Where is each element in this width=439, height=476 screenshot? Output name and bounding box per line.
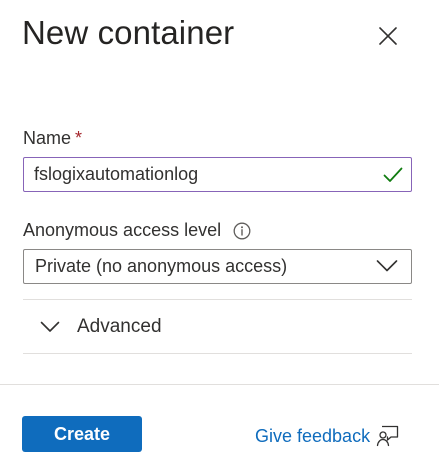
create-button[interactable]: Create (22, 416, 142, 452)
give-feedback-label: Give feedback (255, 425, 371, 446)
panel-title: New container (22, 14, 235, 51)
info-icon[interactable] (233, 222, 251, 240)
access-level-selected: Private (no anonymous access) (35, 256, 288, 276)
new-container-panel: New container Name* Anonymous access lev… (0, 0, 439, 476)
close-button[interactable] (374, 22, 402, 50)
name-label: Name * (23, 128, 82, 149)
footer-divider (0, 384, 439, 385)
chevron-down-icon (376, 260, 398, 272)
give-feedback-link[interactable]: Give feedback (255, 424, 400, 448)
name-input[interactable] (34, 158, 364, 191)
advanced-section-toggle[interactable]: Advanced (23, 300, 412, 353)
feedback-person-icon (376, 425, 399, 447)
divider (23, 353, 412, 354)
required-marker: * (75, 128, 83, 148)
access-level-dropdown[interactable]: Private (no anonymous access) (23, 249, 412, 284)
close-icon (379, 27, 397, 45)
chevron-down-icon (40, 321, 60, 332)
advanced-label: Advanced (77, 316, 162, 337)
checkmark-icon (383, 167, 403, 182)
name-field[interactable] (23, 157, 412, 192)
access-level-label: Anonymous access level (23, 220, 251, 241)
access-level-label-text: Anonymous access level (23, 220, 222, 240)
name-label-text: Name (23, 128, 72, 148)
